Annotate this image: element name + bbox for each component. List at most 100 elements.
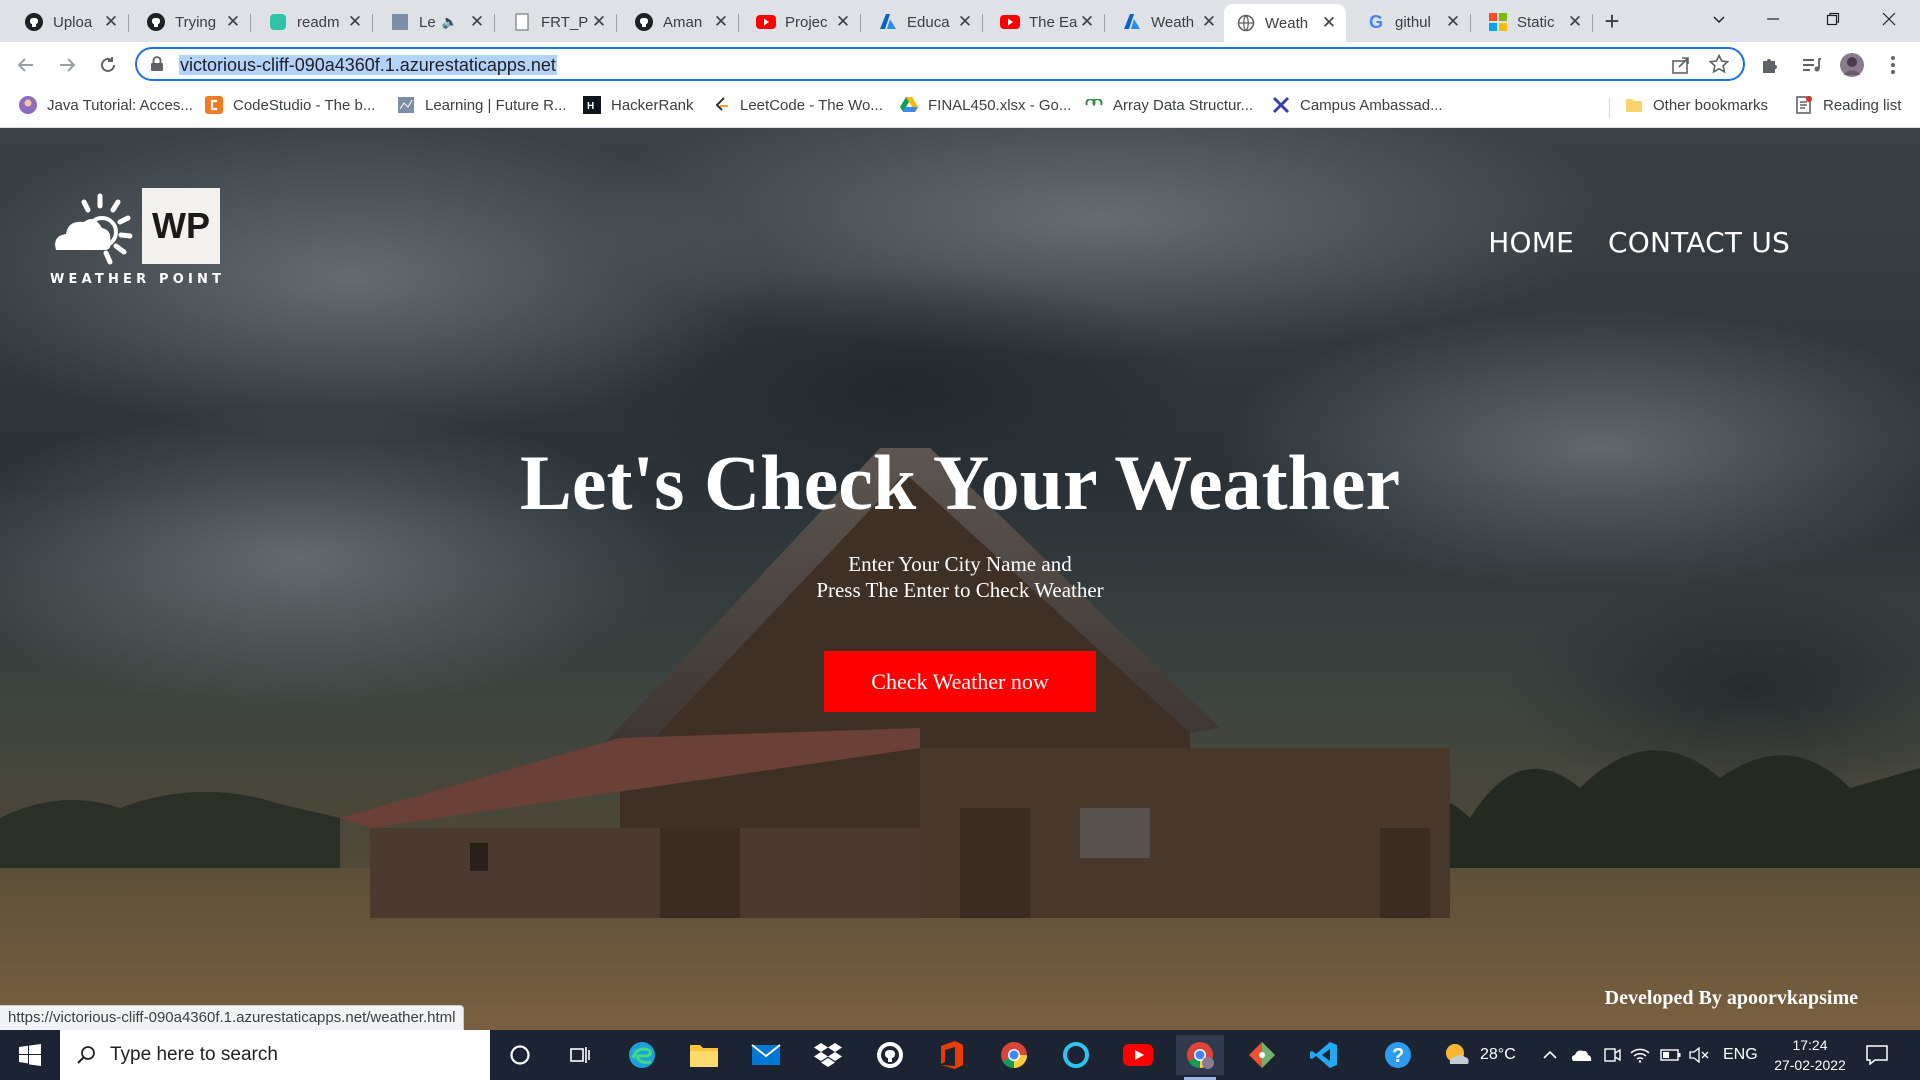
tab-9[interactable]: The Ea ✕ bbox=[988, 6, 1105, 38]
document-icon bbox=[512, 12, 532, 32]
windows-start-icon[interactable] bbox=[0, 1030, 60, 1080]
cortana-ring-icon[interactable] bbox=[1052, 1035, 1100, 1075]
tab-12[interactable]: G githul ✕ bbox=[1354, 6, 1471, 38]
clock[interactable]: 17:24 27-02-2022 bbox=[1766, 1030, 1854, 1080]
tab-2[interactable]: Trying ✕ bbox=[134, 6, 251, 38]
microsoft-icon bbox=[1488, 12, 1508, 32]
browser-toolbar: victorious-cliff-090a4360f.1.azurestatic… bbox=[0, 42, 1920, 88]
youtube-app-icon[interactable] bbox=[1114, 1035, 1162, 1075]
codestudio-icon bbox=[205, 96, 223, 114]
tab-13[interactable]: Static ✕ bbox=[1476, 6, 1593, 38]
new-tab-button[interactable]: + bbox=[1598, 6, 1626, 36]
close-icon[interactable]: ✕ bbox=[102, 12, 120, 31]
tab-10[interactable]: Weath ✕ bbox=[1110, 6, 1226, 38]
tab-1[interactable]: Uploa ✕ bbox=[12, 6, 129, 38]
help-icon[interactable]: ? bbox=[1374, 1035, 1422, 1075]
tab-4[interactable]: Le 🔈 ✕ bbox=[378, 6, 495, 38]
gfg-icon bbox=[1085, 96, 1103, 114]
file-explorer-icon[interactable] bbox=[680, 1035, 728, 1075]
nav-contact-link[interactable]: CONTACT US bbox=[1608, 226, 1790, 259]
tab-3[interactable]: readm ✕ bbox=[256, 6, 373, 38]
dropbox-icon[interactable] bbox=[804, 1035, 852, 1075]
clock-time: 17:24 bbox=[1792, 1037, 1828, 1053]
volume-muted-icon[interactable] bbox=[1689, 1030, 1709, 1080]
onedrive-cloud-icon[interactable] bbox=[1570, 1030, 1592, 1080]
clock-date: 27-02-2022 bbox=[1774, 1057, 1846, 1073]
close-icon[interactable]: ✕ bbox=[468, 12, 486, 31]
battery-icon[interactable] bbox=[1660, 1030, 1682, 1080]
bookmark-codestudio[interactable]: CodeStudio - The b... bbox=[205, 96, 375, 114]
bookmarks-bar: Java Tutorial: Acces... CodeStudio - The… bbox=[0, 88, 1920, 128]
tab-5[interactable]: FRT_P ✕ bbox=[500, 6, 617, 38]
address-bar[interactable]: victorious-cliff-090a4360f.1.azurestatic… bbox=[135, 47, 1745, 81]
azure-icon bbox=[1122, 12, 1142, 32]
tab-8[interactable]: Educa ✕ bbox=[866, 6, 983, 38]
cortana-icon[interactable] bbox=[496, 1035, 544, 1075]
tab-6[interactable]: Aman ✕ bbox=[622, 6, 739, 38]
back-arrow-icon[interactable] bbox=[12, 51, 40, 79]
other-bookmarks[interactable]: Other bookmarks bbox=[1625, 96, 1768, 114]
restore-icon[interactable] bbox=[1810, 0, 1856, 38]
close-window-icon[interactable] bbox=[1866, 0, 1912, 38]
vscode-icon[interactable] bbox=[1300, 1035, 1348, 1075]
extensions-puzzle-icon[interactable] bbox=[1757, 52, 1783, 78]
close-icon[interactable]: ✕ bbox=[1078, 12, 1096, 31]
close-icon[interactable]: ✕ bbox=[1444, 12, 1462, 31]
close-icon[interactable]: ✕ bbox=[346, 12, 364, 31]
close-icon[interactable]: ✕ bbox=[1200, 12, 1218, 31]
weather-widget[interactable]: 28°C bbox=[1444, 1030, 1516, 1080]
taskbar-search-box[interactable]: Type here to search bbox=[60, 1030, 490, 1080]
nav-home-link[interactable]: HOME bbox=[1488, 226, 1574, 259]
readme-icon bbox=[268, 12, 288, 32]
tab-11-active[interactable]: Weath ✕ bbox=[1224, 4, 1346, 42]
media-control-icon[interactable] bbox=[1798, 52, 1824, 78]
tab-7[interactable]: Projec ✕ bbox=[744, 6, 861, 38]
tab-title: Educa bbox=[907, 13, 950, 31]
youtube-icon bbox=[1000, 12, 1020, 32]
bookmarks-divider bbox=[1609, 98, 1610, 118]
close-icon[interactable]: ✕ bbox=[956, 12, 974, 31]
forward-arrow-icon[interactable] bbox=[53, 51, 81, 79]
chrome-icon[interactable] bbox=[990, 1035, 1038, 1075]
bookmark-campus-ambassador[interactable]: Campus Ambassad... bbox=[1272, 96, 1443, 114]
chrome-active-icon[interactable] bbox=[1176, 1035, 1224, 1080]
bookmark-hackerrank[interactable]: H HackerRank bbox=[583, 96, 694, 114]
close-icon[interactable]: ✕ bbox=[834, 12, 852, 31]
github-desktop-icon[interactable] bbox=[866, 1035, 914, 1075]
close-icon[interactable]: ✕ bbox=[712, 12, 730, 31]
browser-menu-icon[interactable] bbox=[1880, 52, 1906, 78]
bookmark-final450[interactable]: FINAL450.xlsx - Go... bbox=[900, 96, 1071, 114]
url-text[interactable]: victorious-cliff-090a4360f.1.azurestatic… bbox=[179, 55, 557, 75]
reload-icon[interactable] bbox=[94, 51, 122, 79]
meet-now-icon[interactable] bbox=[1603, 1030, 1621, 1080]
bookmark-java-tutorial[interactable]: Java Tutorial: Acces... bbox=[19, 96, 193, 114]
tab-search-chevron-icon[interactable] bbox=[1696, 0, 1742, 38]
wifi-icon[interactable] bbox=[1630, 1030, 1650, 1080]
show-hidden-icons-icon[interactable] bbox=[1542, 1030, 1558, 1080]
lock-icon[interactable] bbox=[150, 56, 164, 77]
bookmark-array-data-structure[interactable]: Array Data Structur... bbox=[1085, 96, 1253, 114]
close-icon[interactable]: ✕ bbox=[590, 12, 608, 31]
bookmark-leetcode[interactable]: LeetCode - The Wo... bbox=[712, 96, 883, 114]
profile-avatar-icon[interactable] bbox=[1839, 52, 1865, 78]
hero-subtitle: Enter Your City Name and Press The Enter… bbox=[0, 551, 1920, 603]
close-icon[interactable]: ✕ bbox=[1320, 13, 1338, 32]
edge-icon[interactable] bbox=[618, 1035, 666, 1075]
reading-list[interactable]: Reading list bbox=[1795, 96, 1901, 114]
minimize-icon[interactable] bbox=[1750, 0, 1796, 38]
bookmark-learning[interactable]: Learning | Future R... bbox=[397, 96, 566, 114]
bookmark-star-icon[interactable] bbox=[1708, 53, 1730, 79]
input-language-indicator[interactable]: ENG bbox=[1723, 1030, 1758, 1080]
avatar-icon bbox=[19, 96, 37, 114]
hero-title: Let's Check Your Weather bbox=[519, 439, 1401, 526]
close-icon[interactable]: ✕ bbox=[224, 12, 242, 31]
close-icon[interactable]: ✕ bbox=[1566, 12, 1584, 31]
notifications-icon[interactable] bbox=[1866, 1030, 1888, 1080]
share-icon[interactable] bbox=[1671, 55, 1691, 80]
speaker-icon[interactable]: 🔈 bbox=[442, 14, 458, 30]
office-icon[interactable] bbox=[928, 1035, 976, 1075]
git-icon[interactable] bbox=[1238, 1035, 1286, 1075]
mail-icon[interactable] bbox=[742, 1035, 790, 1075]
check-weather-button[interactable]: Check Weather now bbox=[824, 651, 1096, 712]
task-view-icon[interactable] bbox=[556, 1035, 604, 1075]
